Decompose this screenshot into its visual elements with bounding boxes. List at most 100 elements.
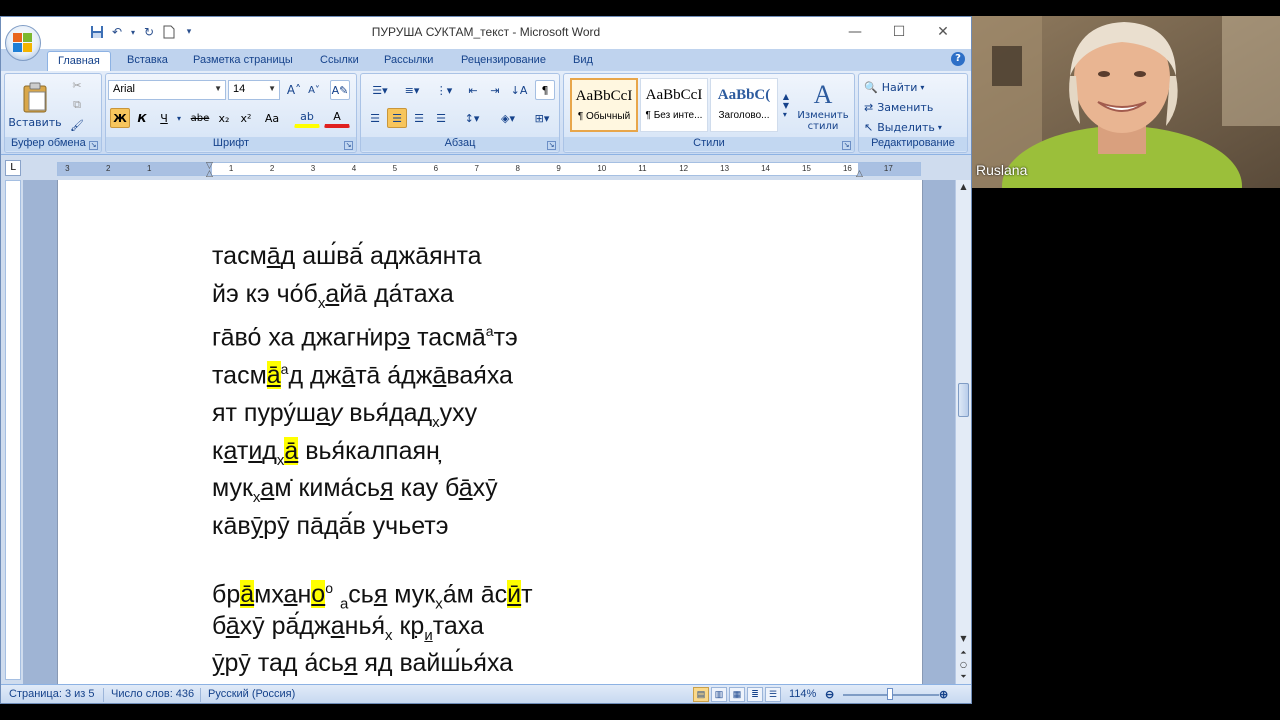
verse-line: бра̄мханоо асья мукха́м а̄сӣт bbox=[212, 580, 533, 613]
ribbon-tabs: Главная Вставка Разметка страницы Ссылки… bbox=[1, 49, 971, 71]
shading-icon[interactable]: ◈▾ bbox=[493, 108, 523, 128]
browse-object-icon[interactable]: ○ bbox=[958, 660, 969, 669]
ruler-tick-label: 13 bbox=[720, 164, 730, 173]
ruler-tick-label: 3 bbox=[65, 164, 70, 173]
word-count-status[interactable]: Число слов: 436 bbox=[111, 688, 194, 700]
right-indent-icon[interactable]: △ bbox=[856, 169, 863, 179]
tab-mailings[interactable]: Рассылки bbox=[374, 51, 443, 71]
outline-view-icon[interactable]: ≣ bbox=[747, 687, 763, 702]
align-right-icon[interactable]: ☰ bbox=[409, 108, 429, 128]
cut-icon[interactable]: ✂ bbox=[67, 76, 87, 94]
horizontal-ruler[interactable]: 3 2 1 1 2 3 4 5 6 7 8 9 10 11 12 13 14 15 16 17 ▽ △ △ bbox=[57, 161, 921, 179]
office-button[interactable] bbox=[5, 25, 41, 61]
find-button[interactable]: 🔍 Найти ▾ bbox=[863, 78, 963, 96]
change-styles-button[interactable]: A Изменить стили bbox=[794, 76, 852, 136]
tab-selector-icon[interactable]: L bbox=[5, 160, 21, 176]
scroll-down-icon[interactable]: ▼ bbox=[958, 634, 969, 643]
zoom-slider-thumb[interactable] bbox=[887, 688, 893, 700]
status-divider bbox=[200, 688, 201, 702]
format-painter-icon[interactable]: 🖌 bbox=[67, 116, 87, 134]
print-layout-icon[interactable]: ▤ bbox=[693, 687, 709, 702]
page-number-status[interactable]: Страница: 3 из 5 bbox=[9, 688, 95, 700]
clipboard-launcher-icon[interactable]: ↘ bbox=[89, 141, 98, 150]
italic-button[interactable]: К bbox=[132, 108, 152, 128]
stanza: тасма̄д аш́ва̄́ аджа̄янта йэ кэ чо́бхайа… bbox=[212, 238, 518, 389]
tab-references[interactable]: Ссылки bbox=[310, 51, 369, 71]
superscript-button[interactable]: x² bbox=[236, 108, 256, 128]
ruler-tick-label: 10 bbox=[597, 164, 607, 173]
vertical-ruler[interactable] bbox=[5, 180, 21, 680]
tab-page-layout[interactable]: Разметка страницы bbox=[183, 51, 303, 71]
styles-group-label: Стили bbox=[564, 137, 854, 151]
zoom-out-icon[interactable]: ⊖ bbox=[825, 688, 834, 701]
zoom-in-icon[interactable]: ⊕ bbox=[939, 688, 948, 701]
help-icon[interactable]: ? bbox=[951, 52, 965, 66]
align-center-icon[interactable]: ☰ bbox=[387, 108, 407, 128]
scroll-up-icon[interactable]: ▲ bbox=[958, 182, 969, 191]
find-icon: 🔍 bbox=[864, 80, 878, 94]
align-left-icon[interactable]: ☰ bbox=[365, 108, 385, 128]
styles-scroll-icon[interactable]: ▲ ▼ ▾ bbox=[780, 78, 792, 132]
tab-home[interactable]: Главная bbox=[47, 51, 111, 71]
tab-review[interactable]: Рецензирование bbox=[451, 51, 556, 71]
style-heading[interactable]: AaBbC( Заголово... bbox=[710, 78, 778, 132]
font-size-select[interactable]: 14 ▼ bbox=[228, 80, 280, 100]
line-spacing-icon[interactable]: ↕▾ bbox=[457, 108, 487, 128]
font-size-value: 14 bbox=[233, 83, 246, 95]
ruler-area: L 3 2 1 1 2 3 4 5 6 7 8 9 10 11 12 13 14 15 16 17 ▽ △ △ bbox=[1, 156, 971, 180]
minimize-button[interactable]: — bbox=[833, 21, 877, 43]
bullets-icon[interactable]: ☰▾ bbox=[365, 80, 395, 100]
decrease-indent-icon[interactable]: ⇤ bbox=[463, 80, 483, 100]
ruler-left-margin bbox=[58, 163, 212, 175]
bold-button[interactable]: Ж bbox=[110, 108, 130, 128]
grow-font-button[interactable]: A˄ bbox=[284, 80, 304, 100]
style-name: ¶ Без инте... bbox=[645, 110, 703, 121]
replace-button[interactable]: ⇄ Заменить bbox=[863, 98, 963, 116]
highlight-icon[interactable]: ab bbox=[294, 108, 320, 128]
underline-dropdown-icon[interactable]: ▾ bbox=[174, 108, 184, 128]
tab-view[interactable]: Вид bbox=[563, 51, 603, 71]
select-button[interactable]: ↖ Выделить ▾ bbox=[863, 118, 963, 136]
numbering-icon[interactable]: ≡▾ bbox=[397, 80, 427, 100]
full-screen-reading-icon[interactable]: ▥ bbox=[711, 687, 727, 702]
sort-icon[interactable]: ↓A bbox=[509, 80, 529, 100]
style-no-spacing[interactable]: AaBbCcI ¶ Без инте... bbox=[640, 78, 708, 132]
justify-icon[interactable]: ☰ bbox=[431, 108, 451, 128]
shrink-font-button[interactable]: A˅ bbox=[304, 80, 324, 100]
scroll-thumb[interactable] bbox=[958, 383, 969, 417]
draft-view-icon[interactable]: ☰ bbox=[765, 687, 781, 702]
font-color-icon[interactable]: A bbox=[324, 108, 350, 128]
tab-insert[interactable]: Вставка bbox=[117, 51, 178, 71]
next-page-icon[interactable]: ⏷ bbox=[958, 672, 969, 682]
font-launcher-icon[interactable]: ↘ bbox=[344, 141, 353, 150]
subscript-button[interactable]: x₂ bbox=[214, 108, 234, 128]
multilevel-list-icon[interactable]: ⋮▾ bbox=[429, 80, 459, 100]
previous-page-icon[interactable]: ⏶ bbox=[958, 648, 969, 658]
paste-button[interactable]: Вставить bbox=[8, 76, 62, 134]
font-family-select[interactable]: Arial ▼ bbox=[108, 80, 226, 100]
copy-icon[interactable]: ⧉ bbox=[67, 96, 87, 114]
borders-icon[interactable]: ⊞▾ bbox=[527, 108, 557, 128]
ruler-tick-label: 3 bbox=[310, 164, 316, 173]
increase-indent-icon[interactable]: ⇥ bbox=[485, 80, 505, 100]
web-layout-icon[interactable]: ▦ bbox=[729, 687, 745, 702]
vertical-scrollbar[interactable]: ▲ ▼ ⏶ ○ ⏷ bbox=[955, 180, 971, 684]
language-status[interactable]: Русский (Россия) bbox=[208, 688, 295, 700]
zoom-level[interactable]: 114% bbox=[789, 688, 816, 700]
document-page[interactable]: тасма̄д аш́ва̄́ аджа̄янта йэ кэ чо́бхайа… bbox=[57, 180, 923, 684]
font-group-label: Шрифт bbox=[106, 137, 356, 151]
strikethrough-button[interactable]: abe bbox=[188, 108, 212, 128]
close-button[interactable]: ✕ bbox=[921, 21, 965, 43]
ruler-tick-label: 8 bbox=[515, 164, 520, 173]
show-formatting-button[interactable]: ¶ bbox=[535, 80, 555, 100]
clear-format-icon[interactable]: A✎ bbox=[330, 80, 350, 100]
ruler-tick-label: 7 bbox=[474, 164, 479, 173]
underline-button[interactable]: Ч bbox=[154, 108, 174, 128]
left-indent-icon[interactable]: △ bbox=[206, 169, 213, 179]
styles-launcher-icon[interactable]: ↘ bbox=[842, 141, 851, 150]
style-normal[interactable]: AaBbCcI ¶ Обычный bbox=[570, 78, 638, 132]
word-window: ↶ ▾ ↻ ▾ ПУРУША СУКТАМ_текст - Microsoft … bbox=[0, 16, 972, 704]
maximize-button[interactable]: ☐ bbox=[877, 21, 921, 43]
paragraph-launcher-icon[interactable]: ↘ bbox=[547, 141, 556, 150]
change-case-button[interactable]: Aa bbox=[258, 108, 286, 128]
